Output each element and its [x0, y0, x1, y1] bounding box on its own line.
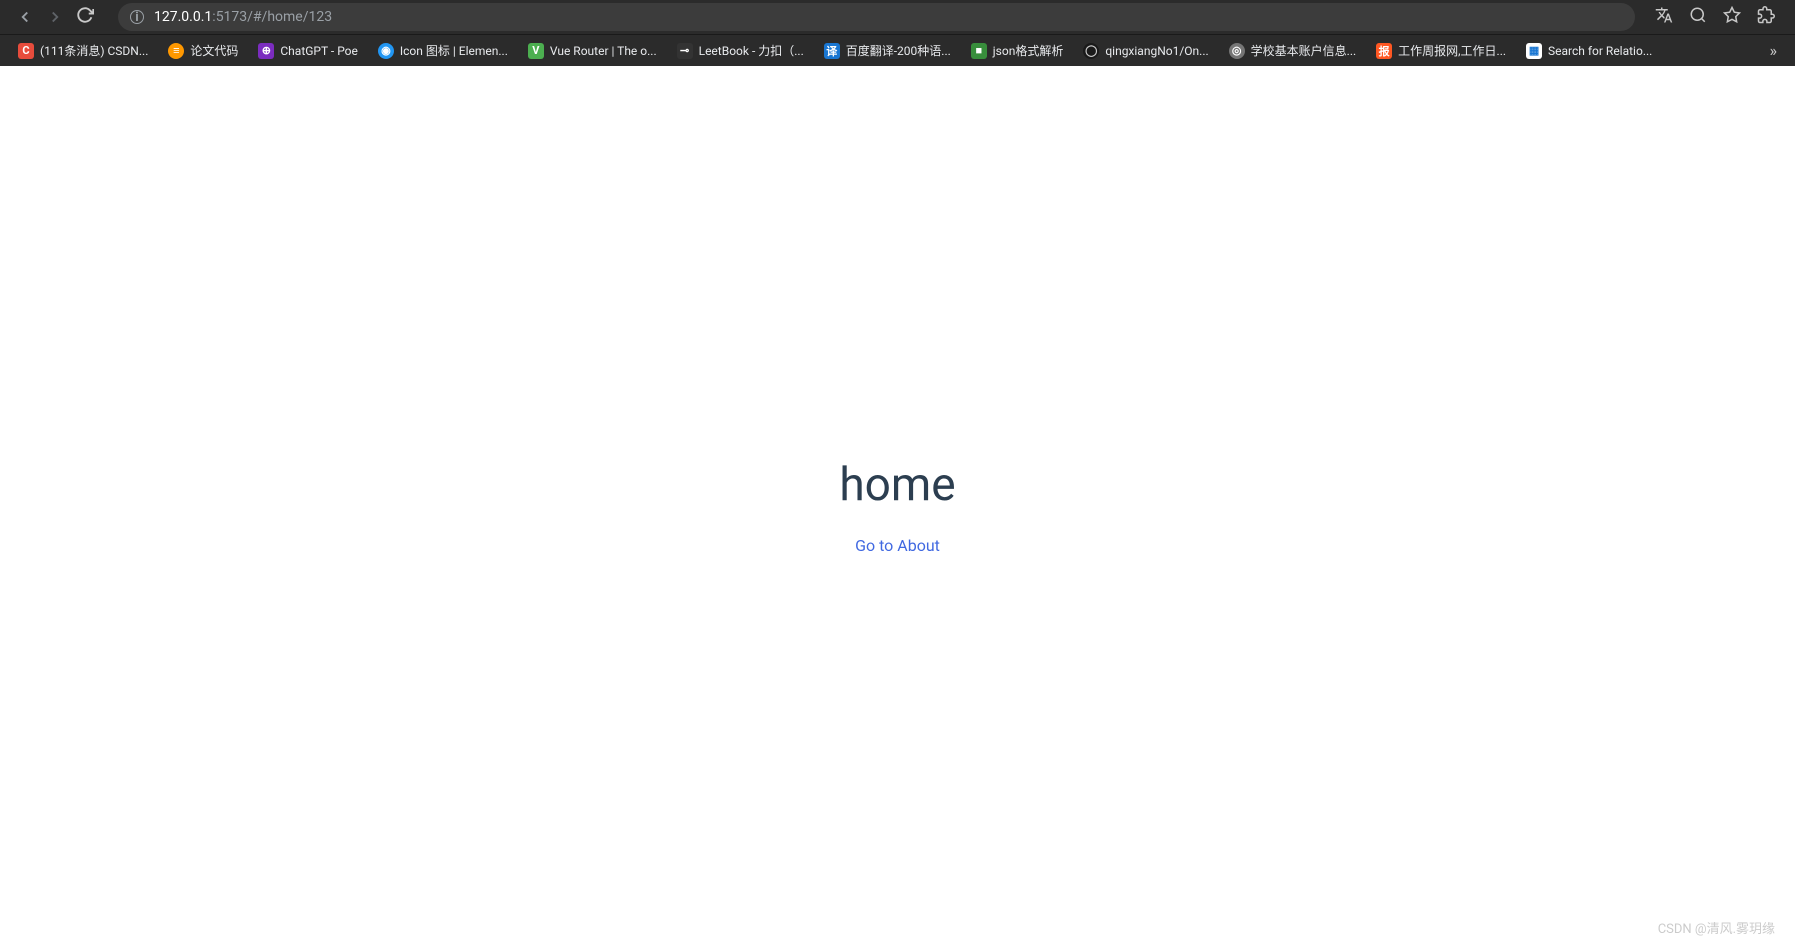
- bookmark-item[interactable]: C (111条消息) CSDN...: [10, 38, 156, 63]
- page-heading: home: [839, 458, 955, 512]
- bookmark-item[interactable]: ▦ Search for Relatio...: [1518, 39, 1660, 63]
- bookmark-item[interactable]: ⊸ LeetBook - 力扣（...: [669, 38, 812, 63]
- bookmarks-overflow-icon[interactable]: »: [1762, 41, 1786, 60]
- translate-icon[interactable]: [1655, 6, 1673, 28]
- bookmark-label: Vue Router | The o...: [550, 44, 657, 58]
- bookmark-item[interactable]: ■ json格式解析: [963, 38, 1072, 63]
- toolbar-right-group: [1643, 6, 1787, 28]
- bookmark-label: 工作周报网,工作日...: [1398, 42, 1506, 59]
- bookmark-label: Search for Relatio...: [1548, 44, 1652, 58]
- bookmark-favicon-icon: V: [528, 43, 544, 59]
- bookmarks-bar: C (111条消息) CSDN... ≡ 论文代码 ⊕ ChatGPT - Poe ◉ Ico…: [0, 34, 1795, 66]
- bookmark-item[interactable]: 译百度翻译-200种语...: [816, 38, 959, 63]
- back-button[interactable]: [16, 8, 34, 26]
- bookmark-item[interactable]: ⊕ ChatGPT - Poe: [250, 39, 366, 63]
- bookmark-item[interactable]: ◯ qingxiangNo1/On...: [1075, 39, 1216, 63]
- bookmark-item[interactable]: ◎ 学校基本账户信息...: [1221, 38, 1365, 63]
- bookmark-favicon-icon: ■: [971, 43, 987, 59]
- bookmark-favicon-icon: ⊸: [677, 43, 693, 59]
- go-to-about-link[interactable]: Go to About: [855, 536, 940, 555]
- bookmark-favicon-icon: ◎: [1229, 43, 1245, 59]
- bookmark-label: LeetBook - 力扣（...: [699, 42, 804, 59]
- bookmark-item[interactable]: ◉ Icon 图标 | Elemen...: [370, 38, 516, 63]
- bookmark-favicon-icon: ≡: [168, 43, 184, 59]
- bookmark-favicon-icon: C: [18, 43, 34, 59]
- bookmark-label: Icon 图标 | Elemen...: [400, 42, 508, 59]
- bookmark-label: json格式解析: [993, 42, 1064, 59]
- url-display: 127.0.0.1:5173/#/home/123: [154, 9, 332, 25]
- bookmark-label: 百度翻译-200种语...: [846, 42, 951, 59]
- forward-button[interactable]: [46, 8, 64, 26]
- bookmark-favicon-icon: ◉: [378, 43, 394, 59]
- bookmark-favicon-icon: ▦: [1526, 43, 1542, 59]
- bookmark-favicon-icon: ◯: [1083, 43, 1099, 59]
- bookmark-label: qingxiangNo1/On...: [1105, 44, 1208, 58]
- zoom-icon[interactable]: [1689, 6, 1707, 28]
- bookmark-label: 学校基本账户信息...: [1251, 42, 1357, 59]
- reload-button[interactable]: [76, 6, 94, 28]
- bookmark-item[interactable]: ≡ 论文代码: [160, 38, 246, 63]
- bookmark-label: 论文代码: [190, 42, 238, 59]
- nav-buttons-group: [8, 6, 102, 28]
- url-host: 127.0.0.1: [154, 9, 212, 25]
- bookmark-item[interactable]: 报工作周报网,工作日...: [1368, 38, 1514, 63]
- browser-toolbar: i 127.0.0.1:5173/#/home/123: [0, 0, 1795, 34]
- bookmark-item[interactable]: V Vue Router | The o...: [520, 39, 665, 63]
- page-content: home Go to About CSDN @清风.雾玥缘: [0, 66, 1795, 947]
- bookmark-star-icon[interactable]: [1723, 6, 1741, 28]
- site-info-icon[interactable]: i: [130, 10, 144, 24]
- watermark: CSDN @清风.雾玥缘: [1658, 918, 1775, 937]
- bookmark-label: (111条消息) CSDN...: [40, 42, 148, 59]
- bookmark-favicon-icon: 译: [824, 43, 840, 59]
- url-path: :5173/#/home/123: [212, 9, 332, 25]
- bookmark-favicon-icon: 报: [1376, 43, 1392, 59]
- bookmark-favicon-icon: ⊕: [258, 43, 274, 59]
- address-bar[interactable]: i 127.0.0.1:5173/#/home/123: [118, 3, 1635, 31]
- bookmark-label: ChatGPT - Poe: [280, 44, 358, 58]
- extensions-icon[interactable]: [1757, 6, 1775, 28]
